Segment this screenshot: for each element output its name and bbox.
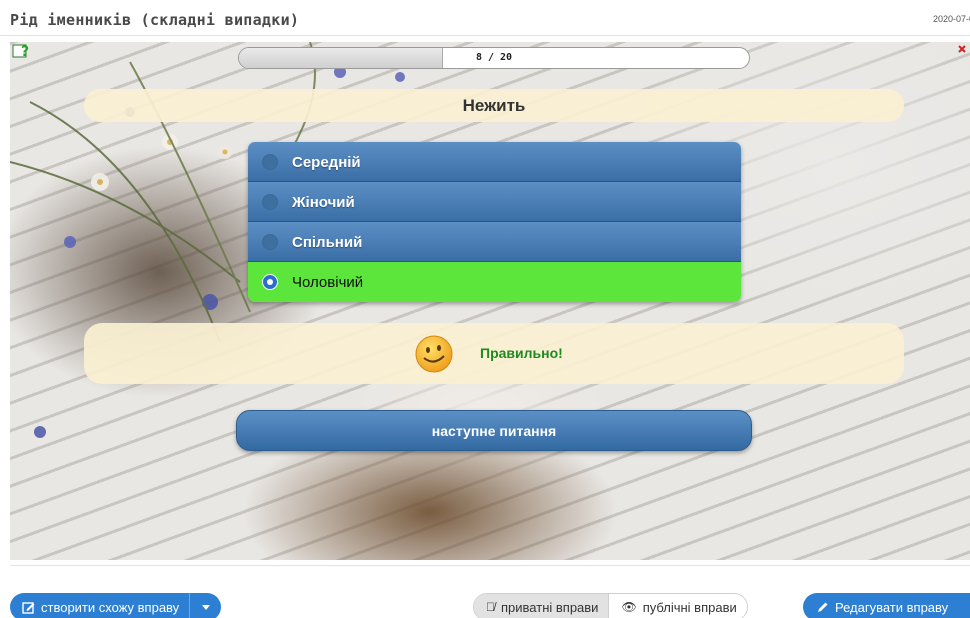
edit-icon: [22, 601, 35, 614]
page-date: 2020-07-0: [932, 14, 970, 24]
svg-text:?: ?: [21, 44, 29, 60]
visibility-toggle: 👁̸ приватні вправи 👁 публічні вправи: [473, 593, 748, 618]
exercise-stage: ? 8 / 20 Нежить Середній Жіночий Спільни…: [10, 42, 970, 560]
answer-option-selected[interactable]: Чоловічий: [248, 262, 741, 302]
private-exercises-label: приватні вправи: [501, 599, 599, 615]
answer-option-label: Середній: [292, 154, 361, 171]
private-exercises-toggle[interactable]: 👁̸ приватні вправи: [474, 594, 610, 618]
create-similar-button[interactable]: створити схожу вправу: [10, 593, 190, 618]
divider: [10, 565, 970, 566]
feedback-text: Правильно!: [480, 345, 563, 361]
answer-option[interactable]: Жіночий: [248, 182, 741, 222]
feedback-bar: Правильно!: [84, 323, 904, 384]
progress-bar: 8 / 20: [238, 47, 750, 69]
progress-label: 8 / 20: [475, 52, 513, 63]
create-similar-group: створити схожу вправу: [10, 593, 222, 618]
edit-exercise-button[interactable]: Редагувати вправу: [803, 593, 970, 618]
answer-option-label: Чоловічий: [292, 274, 364, 291]
question-text: Нежить: [462, 96, 526, 115]
eye-icon: 👁: [621, 600, 637, 614]
page-header: Рід іменників (складні випадки) 2020-07-…: [0, 0, 970, 36]
create-similar-dropdown[interactable]: [189, 593, 222, 618]
eye-slash-icon: 👁̸: [486, 600, 495, 614]
help-icon[interactable]: ?: [12, 42, 30, 60]
edit-exercise-label: Редагувати вправу: [835, 599, 949, 615]
answer-option[interactable]: Середній: [248, 142, 741, 182]
next-question-button[interactable]: наступне питання: [236, 410, 752, 451]
radio-button[interactable]: [262, 154, 278, 170]
radio-button[interactable]: [262, 234, 278, 250]
smiley-icon: [415, 335, 453, 373]
radio-button-selected[interactable]: [262, 274, 278, 290]
answer-option-label: Спільний: [292, 234, 363, 251]
pencil-icon: [818, 602, 828, 612]
close-icon[interactable]: [957, 44, 967, 54]
question-bar: Нежить: [84, 89, 904, 122]
caret-down-icon: [201, 604, 210, 610]
answer-option-label: Жіночий: [292, 194, 355, 211]
radio-button[interactable]: [262, 194, 278, 210]
page-title: Рід іменників (складні випадки): [10, 11, 300, 29]
create-similar-label: створити схожу вправу: [41, 599, 180, 615]
answer-options: Середній Жіночий Спільний Чоловічий: [248, 142, 741, 302]
answer-option[interactable]: Спільний: [248, 222, 741, 262]
next-question-label: наступне питання: [431, 423, 557, 439]
public-exercises-label: публічні вправи: [642, 599, 737, 615]
public-exercises-toggle[interactable]: 👁 публічні вправи: [609, 594, 747, 618]
